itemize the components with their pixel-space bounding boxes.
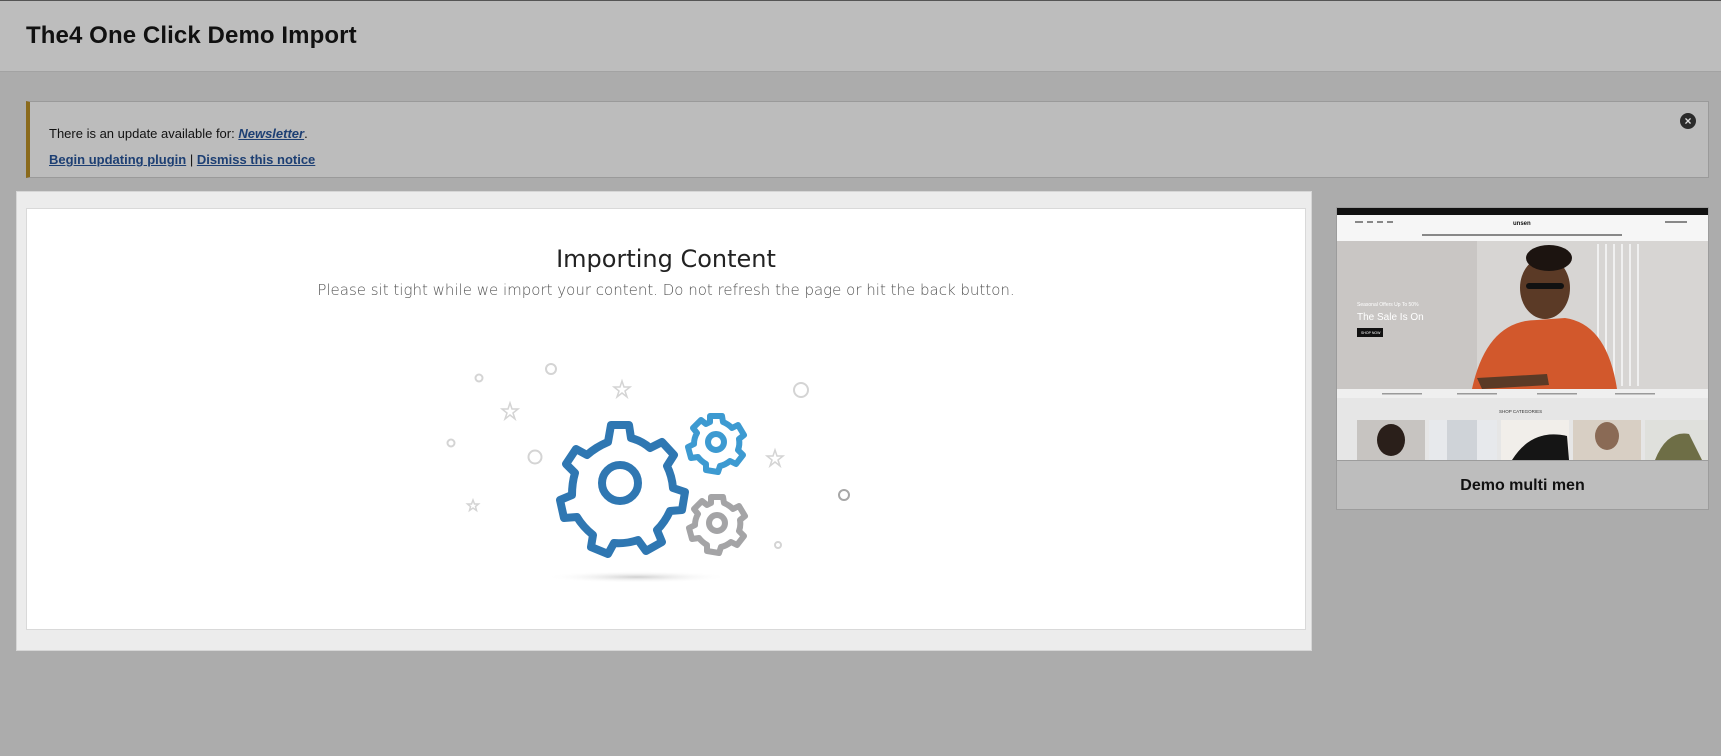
demo-categories-title: SHOP CATEGORIES xyxy=(1499,409,1542,414)
update-notice-actions: Begin updating plugin | Dismiss this not… xyxy=(49,152,315,167)
small-gear-top-icon xyxy=(685,413,747,475)
demo-hero-line2: The Sale Is On xyxy=(1357,312,1424,323)
update-notice-text: There is an update available for: Newsle… xyxy=(49,126,308,141)
small-gear-bottom-icon xyxy=(686,494,748,556)
demo-name[interactable]: Demo multi men xyxy=(1337,460,1708,510)
demo-preview-image: unsen Seasonal Offers Up To 50% The Sale… xyxy=(1337,208,1708,460)
notice-separator: | xyxy=(186,152,197,167)
import-content-card: Importing Content Please sit tight while… xyxy=(26,208,1306,630)
close-icon[interactable]: × xyxy=(1680,113,1696,129)
import-panel: Importing Content Please sit tight while… xyxy=(16,191,1312,651)
large-gear-icon xyxy=(556,421,689,558)
update-notice: There is an update available for: Newsle… xyxy=(26,101,1709,178)
gears-illustration-icon xyxy=(446,363,850,583)
import-title: Importing Content xyxy=(556,245,776,273)
page-title: The4 One Click Demo Import xyxy=(26,22,357,49)
page-header: The4 One Click Demo Import xyxy=(0,0,1721,72)
demo-card[interactable]: unsen Seasonal Offers Up To 50% The Sale… xyxy=(1336,207,1709,510)
import-subtitle: Please sit tight while we import your co… xyxy=(317,281,1015,299)
dismiss-notice-link[interactable]: Dismiss this notice xyxy=(197,152,315,167)
plugin-name-link[interactable]: Newsletter xyxy=(238,126,304,141)
demo-hero-line1: Seasonal Offers Up To 50% xyxy=(1357,302,1419,308)
notice-suffix: . xyxy=(304,126,308,141)
demo-hero-button: SHOP NOW xyxy=(1361,331,1381,335)
begin-updating-link[interactable]: Begin updating plugin xyxy=(49,152,186,167)
notice-prefix: There is an update available for: xyxy=(49,126,239,141)
demo-thumbnail[interactable]: unsen Seasonal Offers Up To 50% The Sale… xyxy=(1337,208,1708,460)
demo-logo: unsen xyxy=(1513,221,1531,227)
